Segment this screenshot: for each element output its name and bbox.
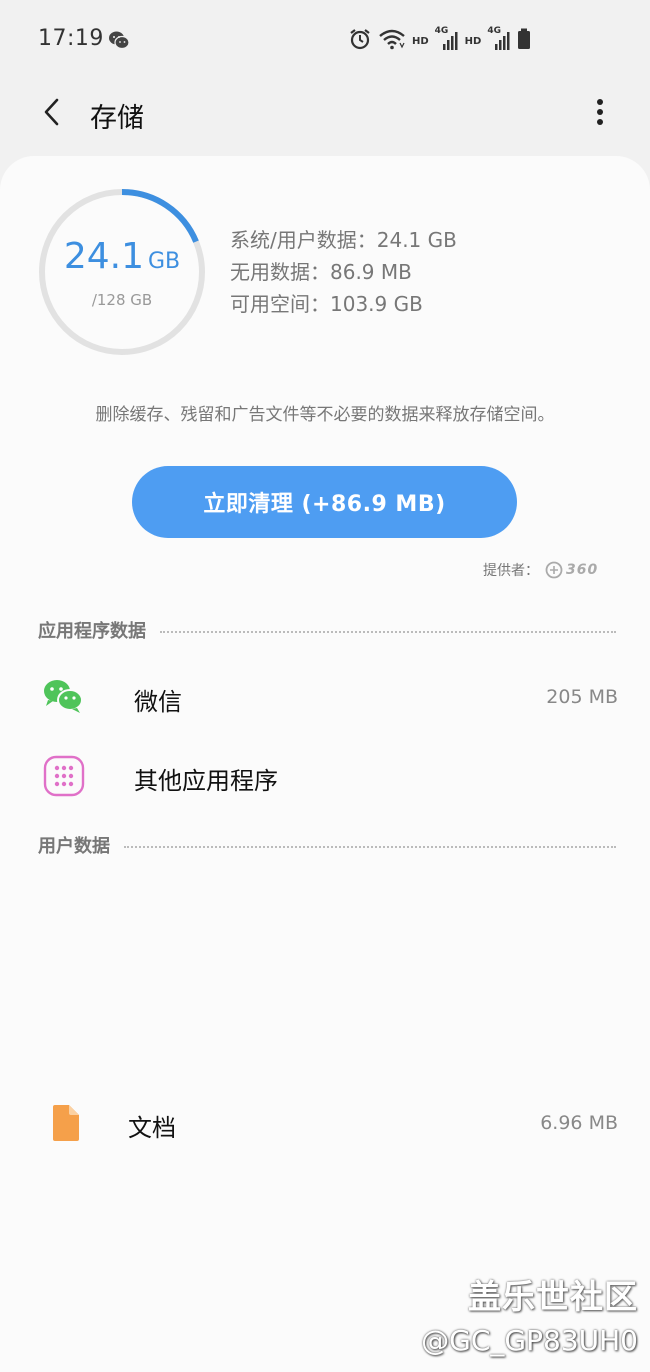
stat-row: 可用空间： 103.9 GB [230, 288, 457, 320]
storage-stats: 系统/用户数据： 24.1 GB 无用数据： 86.9 MB 可用空间： 103.9 … [230, 224, 457, 320]
used-storage-value: 24.1 [63, 236, 144, 277]
provider-info: 提供者： 360 [483, 560, 598, 580]
document-icon [50, 1104, 86, 1146]
used-storage-unit: GB [148, 249, 181, 274]
list-item-documents[interactable]: 文档 6.96 MB [0, 1084, 650, 1162]
back-button[interactable] [30, 90, 74, 134]
total-storage: /128 GB [91, 291, 153, 309]
signal-icon: 4G [435, 26, 459, 52]
list-item-other-apps[interactable]: 其他应用程序 [0, 737, 650, 815]
wechat-notification-icon [108, 30, 130, 54]
stat-label: 无用数据： [230, 260, 330, 284]
list-item-size: 205 MB [546, 686, 618, 708]
list-item-name: 微信 [134, 688, 182, 716]
stat-value: 103.9 GB [330, 292, 423, 316]
watermark-brand: 盖乐世社区 [468, 1277, 638, 1316]
section-divider [160, 631, 616, 633]
network-hd-label: HD [412, 35, 429, 47]
section-title: 应用程序数据 [38, 621, 146, 642]
more-vertical-icon [597, 99, 603, 125]
clean-now-button[interactable]: 立即清理 (+86.9 MB) [132, 466, 517, 538]
signal-icon-2: 4G [487, 26, 511, 52]
apps-grid-icon [42, 755, 86, 797]
battery-icon [517, 28, 531, 54]
stat-label: 系统/用户数据： [230, 228, 377, 252]
back-arrow-icon [44, 98, 59, 126]
stat-value: 24.1 GB [376, 228, 457, 252]
network-hd-label-2: HD [464, 35, 482, 47]
stat-row: 无用数据： 86.9 MB [230, 256, 457, 288]
more-options-button[interactable] [580, 90, 620, 134]
used-storage: 24.1 GB [40, 236, 204, 277]
provider-label: 提供者： [483, 563, 539, 579]
stat-row: 系统/用户数据： 24.1 GB [230, 224, 457, 256]
stat-value: 86.9 MB [330, 260, 412, 284]
status-icons: HD 4G HD 4G [348, 26, 531, 54]
list-item-name: 文档 [128, 1114, 176, 1142]
page-title: 存储 [90, 103, 144, 134]
status-time: 17:19 [38, 26, 104, 51]
wechat-icon [42, 676, 86, 718]
list-item-size: 6.96 MB [540, 1112, 618, 1134]
watermark-user: @GC_GP83UH0 [421, 1324, 638, 1357]
list-item-wechat[interactable]: 微信 205 MB [0, 658, 650, 736]
section-header-app-data: 应用程序数据 [38, 617, 616, 643]
storage-description: 删除缓存、残留和广告文件等不必要的数据来释放存储空间。 [95, 405, 555, 425]
watermark: 盖乐世社区 @GC_GP83UH0 [421, 1270, 638, 1357]
provider-logo-text: 360 [566, 562, 599, 578]
section-divider [124, 846, 616, 848]
section-title: 用户数据 [38, 836, 110, 857]
status-bar: 17:19 HD 4G HD 4G [0, 0, 650, 80]
wifi-icon [378, 28, 406, 54]
section-header-user-data: 用户数据 [38, 832, 616, 858]
list-item-name: 其他应用程序 [134, 767, 278, 795]
stat-label: 可用空间： [230, 292, 330, 316]
360-logo-icon: 360 [545, 561, 598, 579]
alarm-icon [348, 28, 372, 54]
